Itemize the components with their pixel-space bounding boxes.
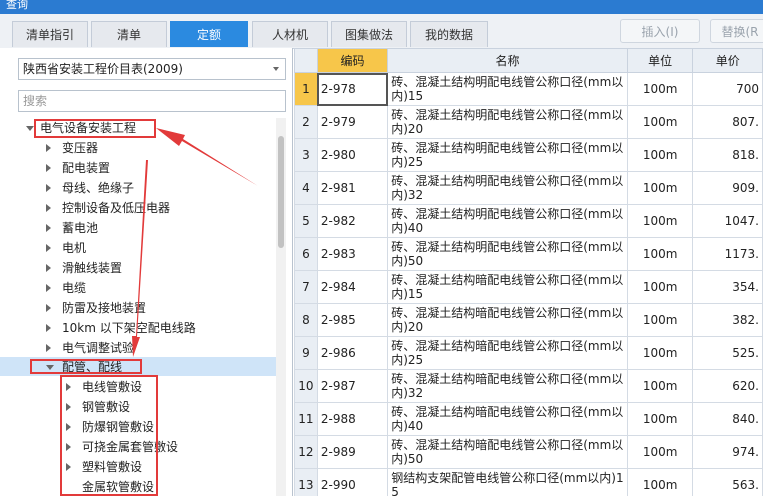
name-cell[interactable]: 砖、混凝土结构暗配电线管公称口径(mm以内)50 xyxy=(387,435,628,469)
table-row[interactable]: 3 2-980 砖、混凝土结构明配电线管公称口径(mm以内)25 100m 81… xyxy=(294,138,763,172)
code-cell[interactable]: 2-987 xyxy=(316,369,389,403)
unit-cell[interactable]: 100m xyxy=(626,336,694,370)
name-cell[interactable]: 砖、混凝土结构暗配电线管公称口径(mm以内)32 xyxy=(387,369,628,403)
price-cell[interactable]: 840. xyxy=(692,402,763,436)
code-cell[interactable]: 2-979 xyxy=(316,105,389,139)
row-index: 9 xyxy=(294,336,318,370)
table-row[interactable]: 10 2-987 砖、混凝土结构暗配电线管公称口径(mm以内)32 100m 6… xyxy=(294,369,763,403)
price-cell[interactable]: 525. xyxy=(692,336,763,370)
unit-cell[interactable]: 100m xyxy=(626,369,694,403)
code-cell[interactable]: 2-989 xyxy=(316,435,389,469)
name-cell[interactable]: 砖、混凝土结构明配电线管公称口径(mm以内)32 xyxy=(387,171,628,205)
name-cell[interactable]: 砖、混凝土结构暗配电线管公称口径(mm以内)20 xyxy=(387,303,628,337)
row-index: 13 xyxy=(294,468,318,496)
name-cell[interactable]: 砖、混凝土结构明配电线管公称口径(mm以内)25 xyxy=(387,138,628,172)
row-index: 3 xyxy=(294,138,318,172)
unit-cell[interactable]: 100m xyxy=(626,303,694,337)
table-row[interactable]: 12 2-989 砖、混凝土结构暗配电线管公称口径(mm以内)50 100m 9… xyxy=(294,435,763,469)
header-name[interactable]: 名称 xyxy=(387,48,628,73)
row-index: 11 xyxy=(294,402,318,436)
price-cell[interactable]: 620. xyxy=(692,369,763,403)
price-cell[interactable]: 909. xyxy=(692,171,763,205)
table-row[interactable]: 7 2-984 砖、混凝土结构暗配电线管公称口径(mm以内)15 100m 35… xyxy=(294,270,763,304)
price-cell[interactable]: 563. xyxy=(692,468,763,496)
row-index: 7 xyxy=(294,270,318,304)
unit-cell[interactable]: 100m xyxy=(626,270,694,304)
unit-cell[interactable]: 100m xyxy=(626,204,694,238)
code-cell[interactable]: 2-981 xyxy=(316,171,389,205)
price-cell[interactable]: 974. xyxy=(692,435,763,469)
code-cell[interactable]: 2-983 xyxy=(316,237,389,271)
row-index: 6 xyxy=(294,237,318,271)
price-cell[interactable]: 1173. xyxy=(692,237,763,271)
row-index: 12 xyxy=(294,435,318,469)
row-index: 8 xyxy=(294,303,318,337)
name-cell[interactable]: 钢结构支架配管电线管公称口径(mm以内)15 xyxy=(387,468,628,496)
unit-cell[interactable]: 100m xyxy=(626,171,694,205)
row-index: 2 xyxy=(294,105,318,139)
name-cell[interactable]: 砖、混凝土结构暗配电线管公称口径(mm以内)40 xyxy=(387,402,628,436)
unit-cell[interactable]: 100m xyxy=(626,138,694,172)
code-cell[interactable]: 2-988 xyxy=(316,402,389,436)
name-cell[interactable]: 砖、混凝土结构暗配电线管公称口径(mm以内)25 xyxy=(387,336,628,370)
table-header-row: 编码 名称 单位 单价 xyxy=(294,48,763,73)
price-cell[interactable]: 354. xyxy=(692,270,763,304)
row-index: 5 xyxy=(294,204,318,238)
table-row[interactable]: 11 2-988 砖、混凝土结构暗配电线管公称口径(mm以内)40 100m 8… xyxy=(294,402,763,436)
header-unit[interactable]: 单位 xyxy=(626,48,694,73)
table-row[interactable]: 8 2-985 砖、混凝土结构暗配电线管公称口径(mm以内)20 100m 38… xyxy=(294,303,763,337)
name-cell[interactable]: 砖、混凝土结构明配电线管公称口径(mm以内)15 xyxy=(387,72,628,106)
annotation-arrow-lower-icon xyxy=(132,160,148,357)
price-cell[interactable]: 807. xyxy=(692,105,763,139)
code-cell[interactable]: 2-978 xyxy=(316,72,389,106)
price-cell[interactable]: 1047. xyxy=(692,204,763,238)
code-cell[interactable]: 2-982 xyxy=(316,204,389,238)
table-row[interactable]: 1 2-978 砖、混凝土结构明配电线管公称口径(mm以内)15 100m 70… xyxy=(294,72,763,106)
name-cell[interactable]: 砖、混凝土结构明配电线管公称口径(mm以内)50 xyxy=(387,237,628,271)
row-index: 10 xyxy=(294,369,318,403)
unit-cell[interactable]: 100m xyxy=(626,105,694,139)
name-cell[interactable]: 砖、混凝土结构明配电线管公称口径(mm以内)20 xyxy=(387,105,628,139)
row-index: 1 xyxy=(294,72,318,106)
code-cell[interactable]: 2-986 xyxy=(316,336,389,370)
quota-table: 编码 名称 单位 单价 1 2-978 砖、混凝土结构明配电线管公称口径(mm以… xyxy=(294,48,763,496)
code-cell[interactable]: 2-985 xyxy=(316,303,389,337)
price-cell[interactable]: 382. xyxy=(692,303,763,337)
row-index: 4 xyxy=(294,171,318,205)
quota-grid: 编码 名称 单位 单价 1 2-978 砖、混凝土结构明配电线管公称口径(mm以… xyxy=(294,48,763,496)
unit-cell[interactable]: 100m xyxy=(626,402,694,436)
header-code[interactable]: 编码 xyxy=(316,48,389,73)
unit-cell[interactable]: 100m xyxy=(626,72,694,106)
table-row[interactable]: 6 2-983 砖、混凝土结构明配电线管公称口径(mm以内)50 100m 11… xyxy=(294,237,763,271)
price-cell[interactable]: 700 xyxy=(692,72,763,106)
unit-cell[interactable]: 100m xyxy=(626,237,694,271)
table-row[interactable]: 9 2-986 砖、混凝土结构暗配电线管公称口径(mm以内)25 100m 52… xyxy=(294,336,763,370)
code-cell[interactable]: 2-990 xyxy=(316,468,389,496)
code-cell[interactable]: 2-980 xyxy=(316,138,389,172)
table-row[interactable]: 4 2-981 砖、混凝土结构明配电线管公称口径(mm以内)32 100m 90… xyxy=(294,171,763,205)
header-index xyxy=(294,48,318,73)
code-cell[interactable]: 2-984 xyxy=(316,270,389,304)
unit-cell[interactable]: 100m xyxy=(626,435,694,469)
table-row[interactable]: 5 2-982 砖、混凝土结构明配电线管公称口径(mm以内)40 100m 10… xyxy=(294,204,763,238)
name-cell[interactable]: 砖、混凝土结构暗配电线管公称口径(mm以内)15 xyxy=(387,270,628,304)
price-cell[interactable]: 818. xyxy=(692,138,763,172)
unit-cell[interactable]: 100m xyxy=(626,468,694,496)
table-row[interactable]: 13 2-990 钢结构支架配管电线管公称口径(mm以内)15 100m 563… xyxy=(294,468,763,496)
table-row[interactable]: 2 2-979 砖、混凝土结构明配电线管公称口径(mm以内)20 100m 80… xyxy=(294,105,763,139)
header-price[interactable]: 单价 xyxy=(692,48,763,73)
name-cell[interactable]: 砖、混凝土结构明配电线管公称口径(mm以内)40 xyxy=(387,204,628,238)
annotation-arrow-upper-icon xyxy=(156,128,258,186)
